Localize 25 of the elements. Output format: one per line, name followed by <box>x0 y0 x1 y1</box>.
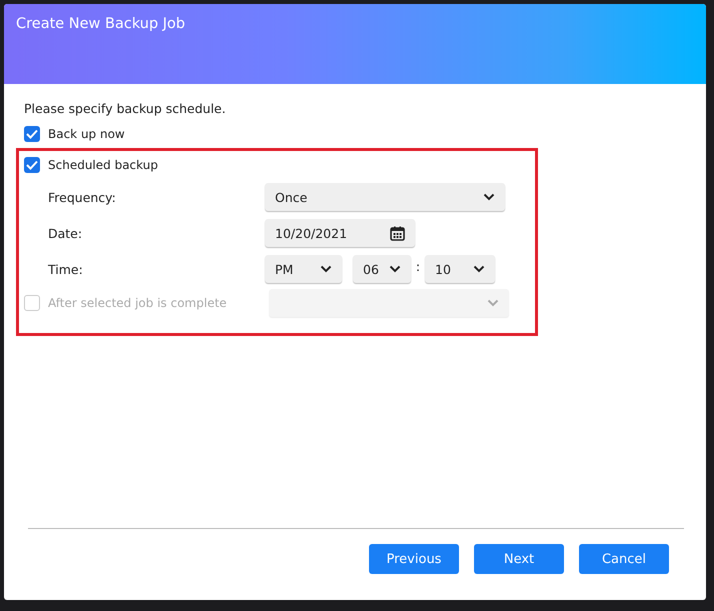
checkbox[interactable] <box>24 157 40 173</box>
instruction-text: Please specify backup schedule. <box>24 101 227 116</box>
date-field[interactable]: 10/20/2021 <box>265 219 415 247</box>
chevron-down-icon <box>483 193 495 201</box>
minute-select[interactable]: 10 <box>425 255 495 283</box>
period-select[interactable]: PM <box>265 255 342 283</box>
dialog-button[interactable]: Previous <box>369 544 459 574</box>
field-label: Frequency: <box>48 190 117 204</box>
dialog-button[interactable]: Next <box>474 544 564 574</box>
field-label: Date: <box>48 226 84 240</box>
checkbox-label: Back up now <box>48 127 125 141</box>
chevron-down-icon <box>487 299 499 307</box>
field-label: Time: <box>48 262 84 276</box>
time-separator: : <box>414 258 422 274</box>
chevron-down-icon <box>473 265 485 273</box>
checkbox-label: After selected job is complete <box>48 296 227 310</box>
dialog-button[interactable]: Cancel <box>579 544 669 574</box>
chevron-down-icon <box>320 265 332 273</box>
hour-select[interactable]: 06 <box>353 255 411 283</box>
frequency-select[interactable]: Once <box>265 183 505 211</box>
checkbox-label: Scheduled backup <box>48 158 158 172</box>
dialog-title: Create New Backup Job <box>16 16 186 32</box>
calendar-icon[interactable] <box>390 226 405 240</box>
checkbox[interactable] <box>24 126 40 142</box>
chevron-down-icon <box>389 265 401 273</box>
